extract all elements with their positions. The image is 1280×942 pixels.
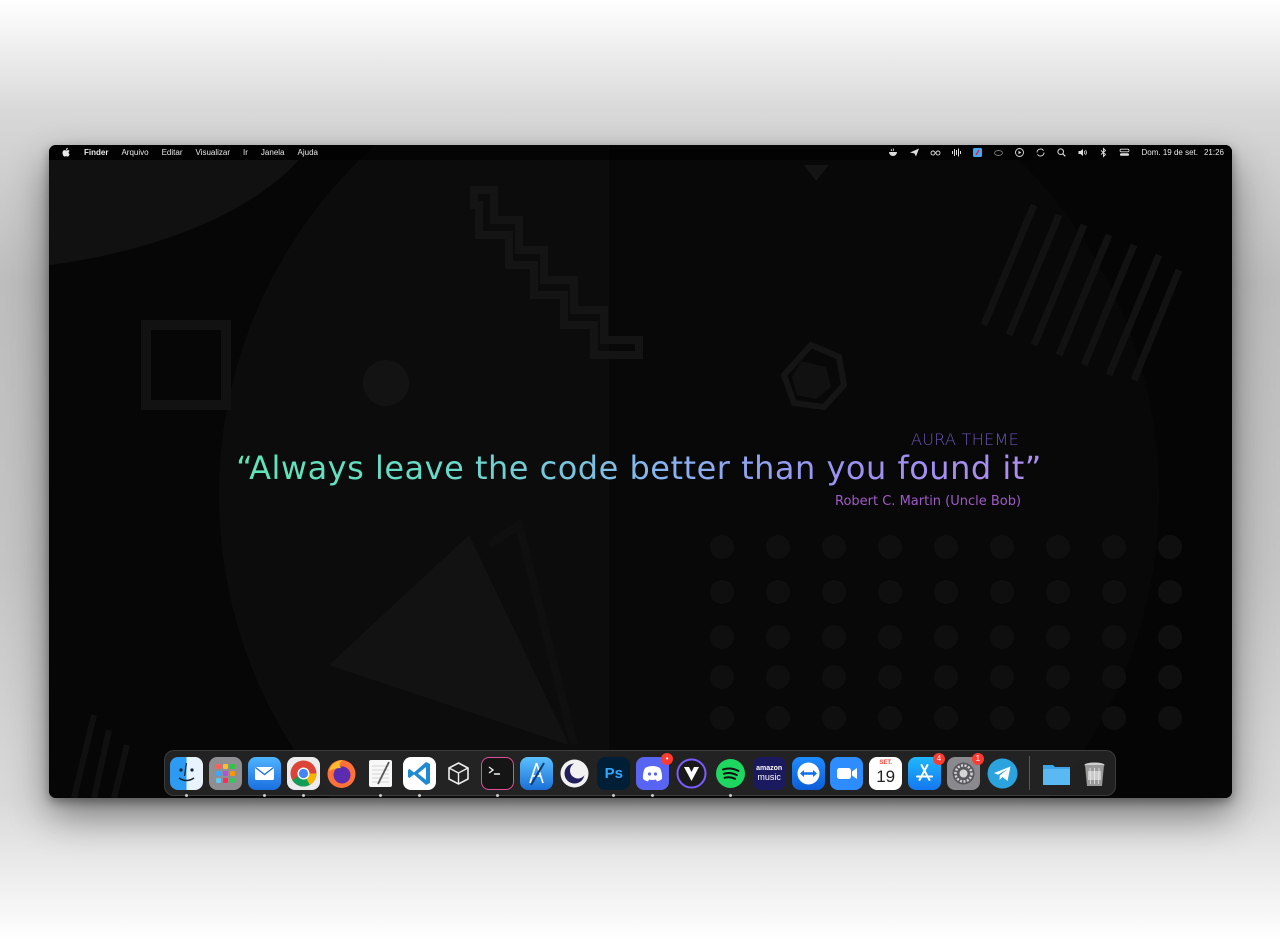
dock-item-spotify[interactable] (714, 757, 747, 797)
telegram-icon (986, 757, 1019, 790)
menu-bar-time: 21:26 (1203, 148, 1224, 157)
play-circle-icon[interactable] (1014, 147, 1025, 158)
dock-item-teamviewer[interactable] (791, 756, 825, 790)
mail-icon (247, 756, 281, 790)
dock-item-calendar[interactable]: SET. 19 (869, 756, 903, 790)
dock-item-launchpad[interactable] (208, 756, 242, 790)
box-icon (442, 757, 475, 790)
dock-item-downloads[interactable] (1040, 757, 1073, 790)
terminal-icon (480, 756, 514, 790)
dock-item-photoshop[interactable]: Ps (597, 756, 631, 797)
trash-icon (1078, 757, 1111, 790)
running-indicator (185, 793, 188, 797)
running-indicator (612, 793, 616, 797)
dock-item-chrome[interactable] (286, 756, 320, 797)
launchpad-icon (208, 756, 242, 790)
running-indicator (651, 793, 655, 797)
photoshop-label: Ps (604, 764, 623, 782)
dock-item-mail[interactable] (247, 756, 281, 797)
firefox-icon (325, 757, 358, 790)
dock-item-discord[interactable]: • (636, 752, 674, 797)
xcode-icon (519, 756, 553, 790)
calendar-icon: SET. 19 (869, 756, 903, 790)
dock-item-settings[interactable]: 1 (946, 752, 984, 790)
vectorize-icon (675, 757, 708, 790)
chrome-icon (286, 756, 320, 790)
dock-item-amazon-music[interactable]: amazon music (752, 756, 786, 790)
moon-icon (558, 757, 591, 790)
running-indicator (728, 793, 732, 797)
dock-item-firefox[interactable] (325, 757, 358, 790)
wallpaper-dot (363, 360, 409, 406)
dock-item-lunar[interactable] (558, 757, 591, 790)
dock-item-virtualbox[interactable] (442, 757, 475, 790)
menu-ir[interactable]: Ir (243, 145, 248, 160)
photoshop-icon: Ps (597, 756, 631, 790)
dock-item-trash[interactable] (1078, 757, 1111, 790)
apple-icon[interactable] (61, 147, 71, 158)
wallpaper-quote: “Always leave the code better than you f… (219, 449, 1059, 487)
search-icon[interactable] (1056, 147, 1067, 158)
menu-arquivo[interactable]: Arquivo (121, 145, 148, 160)
menu-janela[interactable]: Janela (261, 145, 285, 160)
sync-icon[interactable] (1035, 147, 1046, 158)
menu-bar-clock[interactable]: Dom. 19 de set. 21:26 (1141, 145, 1224, 160)
menu-visualizar[interactable]: Visualizar (195, 145, 230, 160)
dock-item-textedit[interactable] (364, 757, 397, 797)
notification-badge: 4 (933, 752, 946, 765)
cloud-icon[interactable] (993, 147, 1004, 158)
menu-app-name[interactable]: Finder (84, 145, 108, 160)
vscode-icon (403, 756, 437, 790)
volume-icon[interactable] (1077, 147, 1088, 158)
dock-item-zoom[interactable] (830, 756, 864, 790)
zoom-icon (830, 756, 864, 790)
notification-badge: • (661, 752, 674, 765)
coffee-icon[interactable] (888, 147, 899, 158)
calendar-day: 19 (876, 766, 896, 786)
control-center-icon[interactable] (1119, 147, 1130, 158)
spotify-icon (714, 757, 747, 790)
menu-bar: Finder Arquivo Editar Visualizar Ir Jane… (49, 145, 1232, 160)
wallpaper-theme-label: AURA THEME (911, 430, 1019, 449)
wallpaper-author: Robert C. Martin (Uncle Bob) (835, 494, 1022, 509)
notification-badge: 1 (971, 752, 984, 765)
dock-item-finder[interactable] (170, 756, 203, 797)
dock-item-vscode[interactable] (403, 756, 437, 797)
dock-item-terminal[interactable] (480, 756, 514, 797)
textedit-icon (364, 757, 397, 790)
teamviewer-icon (791, 756, 825, 790)
menu-bar-left: Finder Arquivo Editar Visualizar Ir Jane… (49, 145, 331, 160)
running-indicator (418, 793, 422, 797)
dock-item-appstore[interactable]: 4 (908, 752, 946, 790)
running-indicator (301, 793, 305, 797)
glasses-icon[interactable] (930, 147, 941, 158)
finder-icon (170, 756, 203, 790)
bluetooth-icon[interactable] (1098, 147, 1109, 158)
menu-bar-date: Dom. 19 de set. (1141, 148, 1198, 157)
send-icon[interactable] (909, 147, 920, 158)
dock: Ps • amazon music SET. 19 4 1 (164, 750, 1116, 797)
amazon-music-label-bottom: music (757, 772, 781, 782)
running-indicator (262, 793, 266, 797)
folder-icon (1040, 757, 1073, 790)
dock-item-vectorize[interactable] (675, 757, 708, 790)
running-indicator (379, 793, 383, 797)
amazon-music-icon: amazon music (752, 756, 786, 790)
calendar-month: SET. (879, 759, 893, 766)
app-status-icon[interactable] (972, 147, 983, 158)
running-indicator (495, 793, 499, 797)
menu-editar[interactable]: Editar (162, 145, 183, 160)
menu-bar-status: Dom. 19 de set. 21:26 (878, 145, 1224, 160)
desktop-screen: Finder Arquivo Editar Visualizar Ir Jane… (49, 145, 1232, 798)
dock-separator (1028, 756, 1030, 790)
menu-ajuda[interactable]: Ajuda (298, 145, 318, 160)
dock-item-xcode[interactable] (519, 756, 553, 790)
waveform-icon[interactable] (951, 147, 962, 158)
dock-item-telegram[interactable] (986, 757, 1019, 790)
